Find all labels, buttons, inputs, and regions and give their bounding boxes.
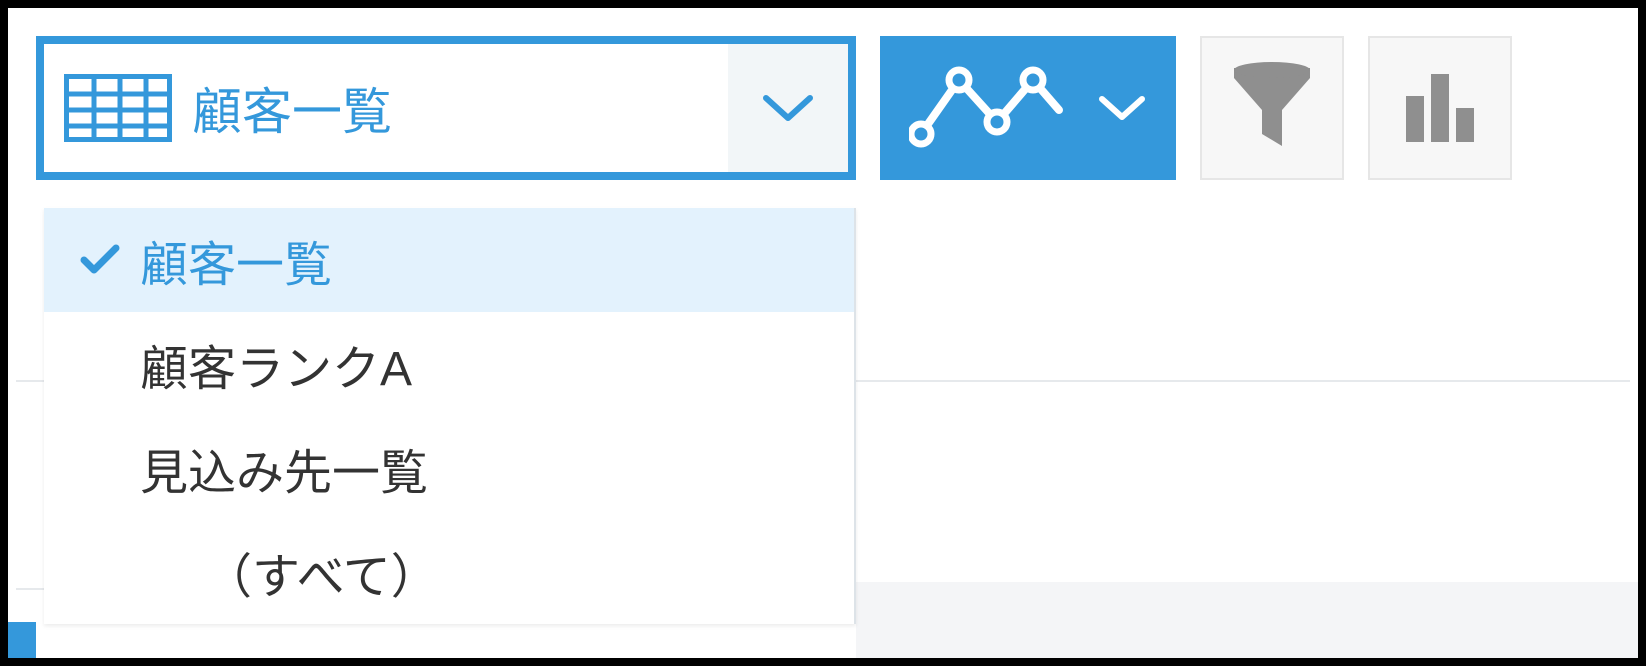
view-selector-label: 顧客一覧 [192, 72, 728, 144]
table-icon [62, 72, 174, 144]
view-dropdown: 顧客一覧 顧客ランクA 見込み先一覧 （すべて） [44, 208, 856, 624]
bar-chart-button[interactable] [1368, 36, 1512, 180]
chevron-down-icon[interactable] [1097, 93, 1147, 123]
dropdown-item-prospect-list[interactable]: 見込み先一覧 [44, 416, 854, 520]
dropdown-item-label: 見込み先一覧 [140, 433, 428, 503]
toolbar: 顧客一覧 [8, 8, 1638, 188]
graph-view-button[interactable] [880, 36, 1176, 180]
check-icon [76, 242, 124, 278]
dropdown-item-label: 顧客ランクA [140, 329, 412, 399]
view-selector[interactable]: 顧客一覧 [36, 36, 856, 180]
footer-bar [856, 582, 1638, 658]
dropdown-item-customer-list[interactable]: 顧客一覧 [44, 208, 854, 312]
funnel-icon [1230, 62, 1314, 154]
row-indicator [8, 622, 36, 658]
dropdown-item-label: 顧客一覧 [140, 225, 332, 295]
dropdown-item-customer-rank-a[interactable]: 顧客ランクA [44, 312, 854, 416]
dropdown-item-label: （すべて） [204, 537, 439, 607]
chevron-down-icon[interactable] [728, 44, 848, 172]
dropdown-item-all[interactable]: （すべて） [44, 520, 854, 624]
filter-button[interactable] [1200, 36, 1344, 180]
graph-line-icon [909, 62, 1069, 154]
bar-chart-icon [1400, 68, 1480, 148]
